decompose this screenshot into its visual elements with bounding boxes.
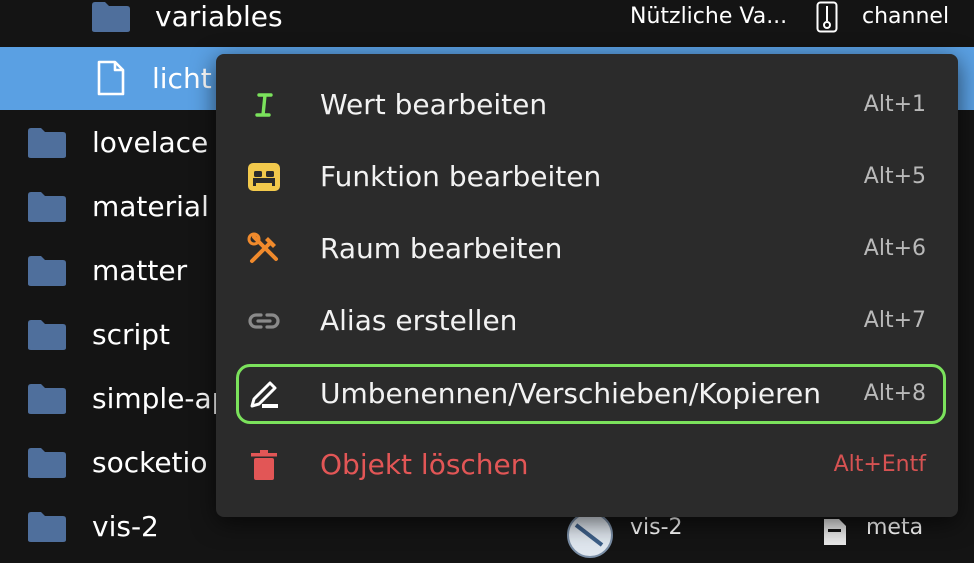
menu-item-shortcut: Alt+1 [863, 92, 926, 117]
tree-row-name: Nützliche Va... [630, 4, 788, 29]
tree-row-label: licht [152, 62, 212, 95]
folder-icon [26, 318, 68, 352]
context-menu: Wert bearbeiten Alt+1 Funktion bearbeite… [216, 54, 958, 517]
meta-file-icon [822, 517, 848, 547]
tools-icon [246, 231, 282, 267]
tree-row-label: socketio [92, 446, 208, 479]
folder-icon [26, 126, 68, 160]
tree-row-label: matter [92, 254, 188, 287]
tree-row-variables[interactable]: variables Nützliche Va... channel [0, 0, 974, 47]
menu-item-shortcut: Alt+8 [863, 381, 926, 406]
folder-icon [26, 510, 68, 544]
folder-icon [26, 254, 68, 288]
folder-icon [26, 190, 68, 224]
tree-row-label: lovelace [92, 126, 209, 159]
tree-row-name: vis-2 [630, 515, 683, 540]
folder-icon [26, 446, 68, 480]
trash-icon [246, 447, 282, 483]
menu-item-edit-value[interactable]: Wert bearbeiten Alt+1 [236, 75, 946, 135]
tree-row-label: simple-ap [92, 382, 230, 415]
channel-icon [816, 1, 838, 33]
folder-icon [90, 0, 132, 34]
menu-item-label: Objekt löschen [320, 448, 529, 481]
tree-row-type: meta [866, 515, 924, 540]
folder-icon [26, 382, 68, 416]
menu-item-shortcut: Alt+5 [863, 164, 926, 189]
rename-icon [246, 376, 282, 412]
menu-item-shortcut: Alt+6 [863, 236, 926, 261]
menu-item-label: Umbenennen/Verschieben/Kopieren [320, 377, 822, 410]
menu-item-edit-function[interactable]: Funktion bearbeiten Alt+5 [236, 147, 946, 207]
menu-item-label: Raum bearbeiten [320, 232, 563, 265]
menu-item-label: Funktion bearbeiten [320, 160, 602, 193]
link-icon [246, 303, 282, 339]
file-icon [96, 59, 126, 97]
tree-row-label: script [92, 318, 171, 351]
text-cursor-icon [246, 87, 282, 123]
menu-item-edit-room[interactable]: Raum bearbeiten Alt+6 [236, 219, 946, 279]
tree-row-label: variables [155, 0, 283, 33]
menu-item-create-alias[interactable]: Alias erstellen Alt+7 [236, 291, 946, 351]
tree-row-type: channel [862, 4, 950, 29]
tree-row-label: material [92, 190, 209, 223]
menu-item-label: Wert bearbeiten [320, 88, 548, 121]
menu-item-delete-object[interactable]: Objekt löschen Alt+Entf [236, 435, 946, 495]
menu-item-shortcut: Alt+7 [863, 308, 926, 333]
menu-item-shortcut: Alt+Entf [833, 452, 926, 477]
menu-item-rename-move-copy[interactable]: Umbenennen/Verschieben/Kopieren Alt+8 [236, 364, 946, 424]
bed-icon [246, 159, 282, 195]
tree-row-label: vis-2 [92, 510, 159, 543]
menu-item-label: Alias erstellen [320, 304, 518, 337]
vis-2-adapter-icon [566, 511, 614, 559]
